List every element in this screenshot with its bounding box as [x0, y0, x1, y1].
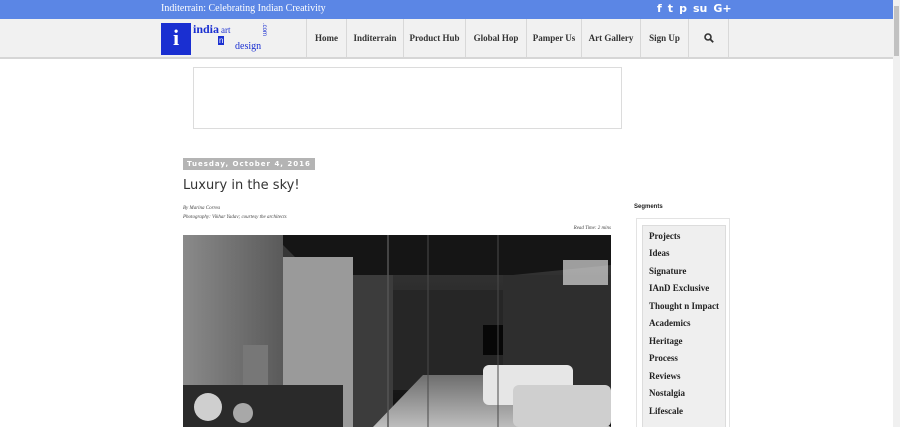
- logo-word-india: india: [193, 22, 220, 36]
- photo-credit: Photography: Vikhar Yadav; courtesy the …: [183, 215, 287, 220]
- logo-word-design: design: [235, 41, 262, 52]
- sidebar-item-nostalgia[interactable]: Nostalgia: [649, 388, 685, 398]
- nav-item-art-gallery[interactable]: Art Gallery: [581, 19, 640, 57]
- read-time: Read Time: 2 mins: [573, 226, 611, 231]
- sidebar-item-ideas[interactable]: Ideas: [649, 248, 670, 258]
- nav-item-home[interactable]: Home: [306, 19, 346, 57]
- social-links: f t p su G+: [657, 1, 732, 17]
- nav-item-product-hub[interactable]: Product Hub: [403, 19, 465, 57]
- nav-menu: Home Inditerrain Product Hub Global Hop …: [306, 19, 729, 57]
- sidebar-item-iand-exclusive[interactable]: IAnD Exclusive: [649, 283, 709, 293]
- nav-item-global-hop[interactable]: Global Hop: [465, 19, 526, 57]
- sidebar-item-academics[interactable]: Academics: [649, 318, 691, 328]
- scrollbar-thumb[interactable]: [894, 6, 899, 56]
- top-bar: Inditerrain: Celebrating Indian Creativi…: [0, 0, 893, 19]
- interior-photo: [183, 235, 611, 427]
- sidebar-item-process[interactable]: Process: [649, 353, 678, 363]
- logo-word-n: n: [218, 36, 225, 45]
- sidebar-item-projects[interactable]: Projects: [649, 231, 680, 241]
- pinterest-icon[interactable]: p: [679, 1, 687, 17]
- search-icon: [703, 33, 714, 43]
- nav-item-sign-up[interactable]: Sign Up: [640, 19, 688, 57]
- logo-mark: i: [161, 23, 191, 55]
- post-hero-image[interactable]: [183, 235, 611, 427]
- sidebar-item-heritage[interactable]: Heritage: [649, 336, 682, 346]
- post-byline: By Marina Correa: [183, 206, 221, 211]
- main-navbar: i india art n design .com Home Inditerra…: [0, 19, 893, 59]
- nav-item-pamper-us[interactable]: Pamper Us: [526, 19, 581, 57]
- nav-item-inditerrain[interactable]: Inditerrain: [346, 19, 403, 57]
- post-date: Tuesday, October 4, 2016: [183, 158, 315, 170]
- twitter-icon[interactable]: t: [668, 1, 673, 17]
- sidebar-item-signature[interactable]: Signature: [649, 266, 686, 276]
- page-scrollbar[interactable]: [893, 0, 900, 427]
- sidebar-item-reviews[interactable]: Reviews: [649, 371, 681, 381]
- search-button[interactable]: [688, 19, 729, 57]
- post-title[interactable]: Luxury in the sky!: [183, 178, 300, 193]
- google-plus-icon[interactable]: G+: [713, 1, 731, 17]
- logo-word-com: .com: [261, 23, 267, 37]
- facebook-icon[interactable]: f: [657, 1, 662, 17]
- site-logo[interactable]: i india art n design .com: [161, 21, 271, 56]
- logo-word-art: art: [221, 25, 231, 35]
- sidebar-title: Segments: [634, 204, 663, 210]
- stumbleupon-icon[interactable]: su: [693, 1, 707, 17]
- site-tagline: Inditerrain: Celebrating Indian Creativi…: [161, 3, 326, 14]
- sidebar-item-lifescale[interactable]: Lifescale: [649, 406, 683, 416]
- sidebar-item-thought-n-impact[interactable]: Thought n Impact: [649, 301, 719, 311]
- ad-banner[interactable]: [193, 67, 622, 129]
